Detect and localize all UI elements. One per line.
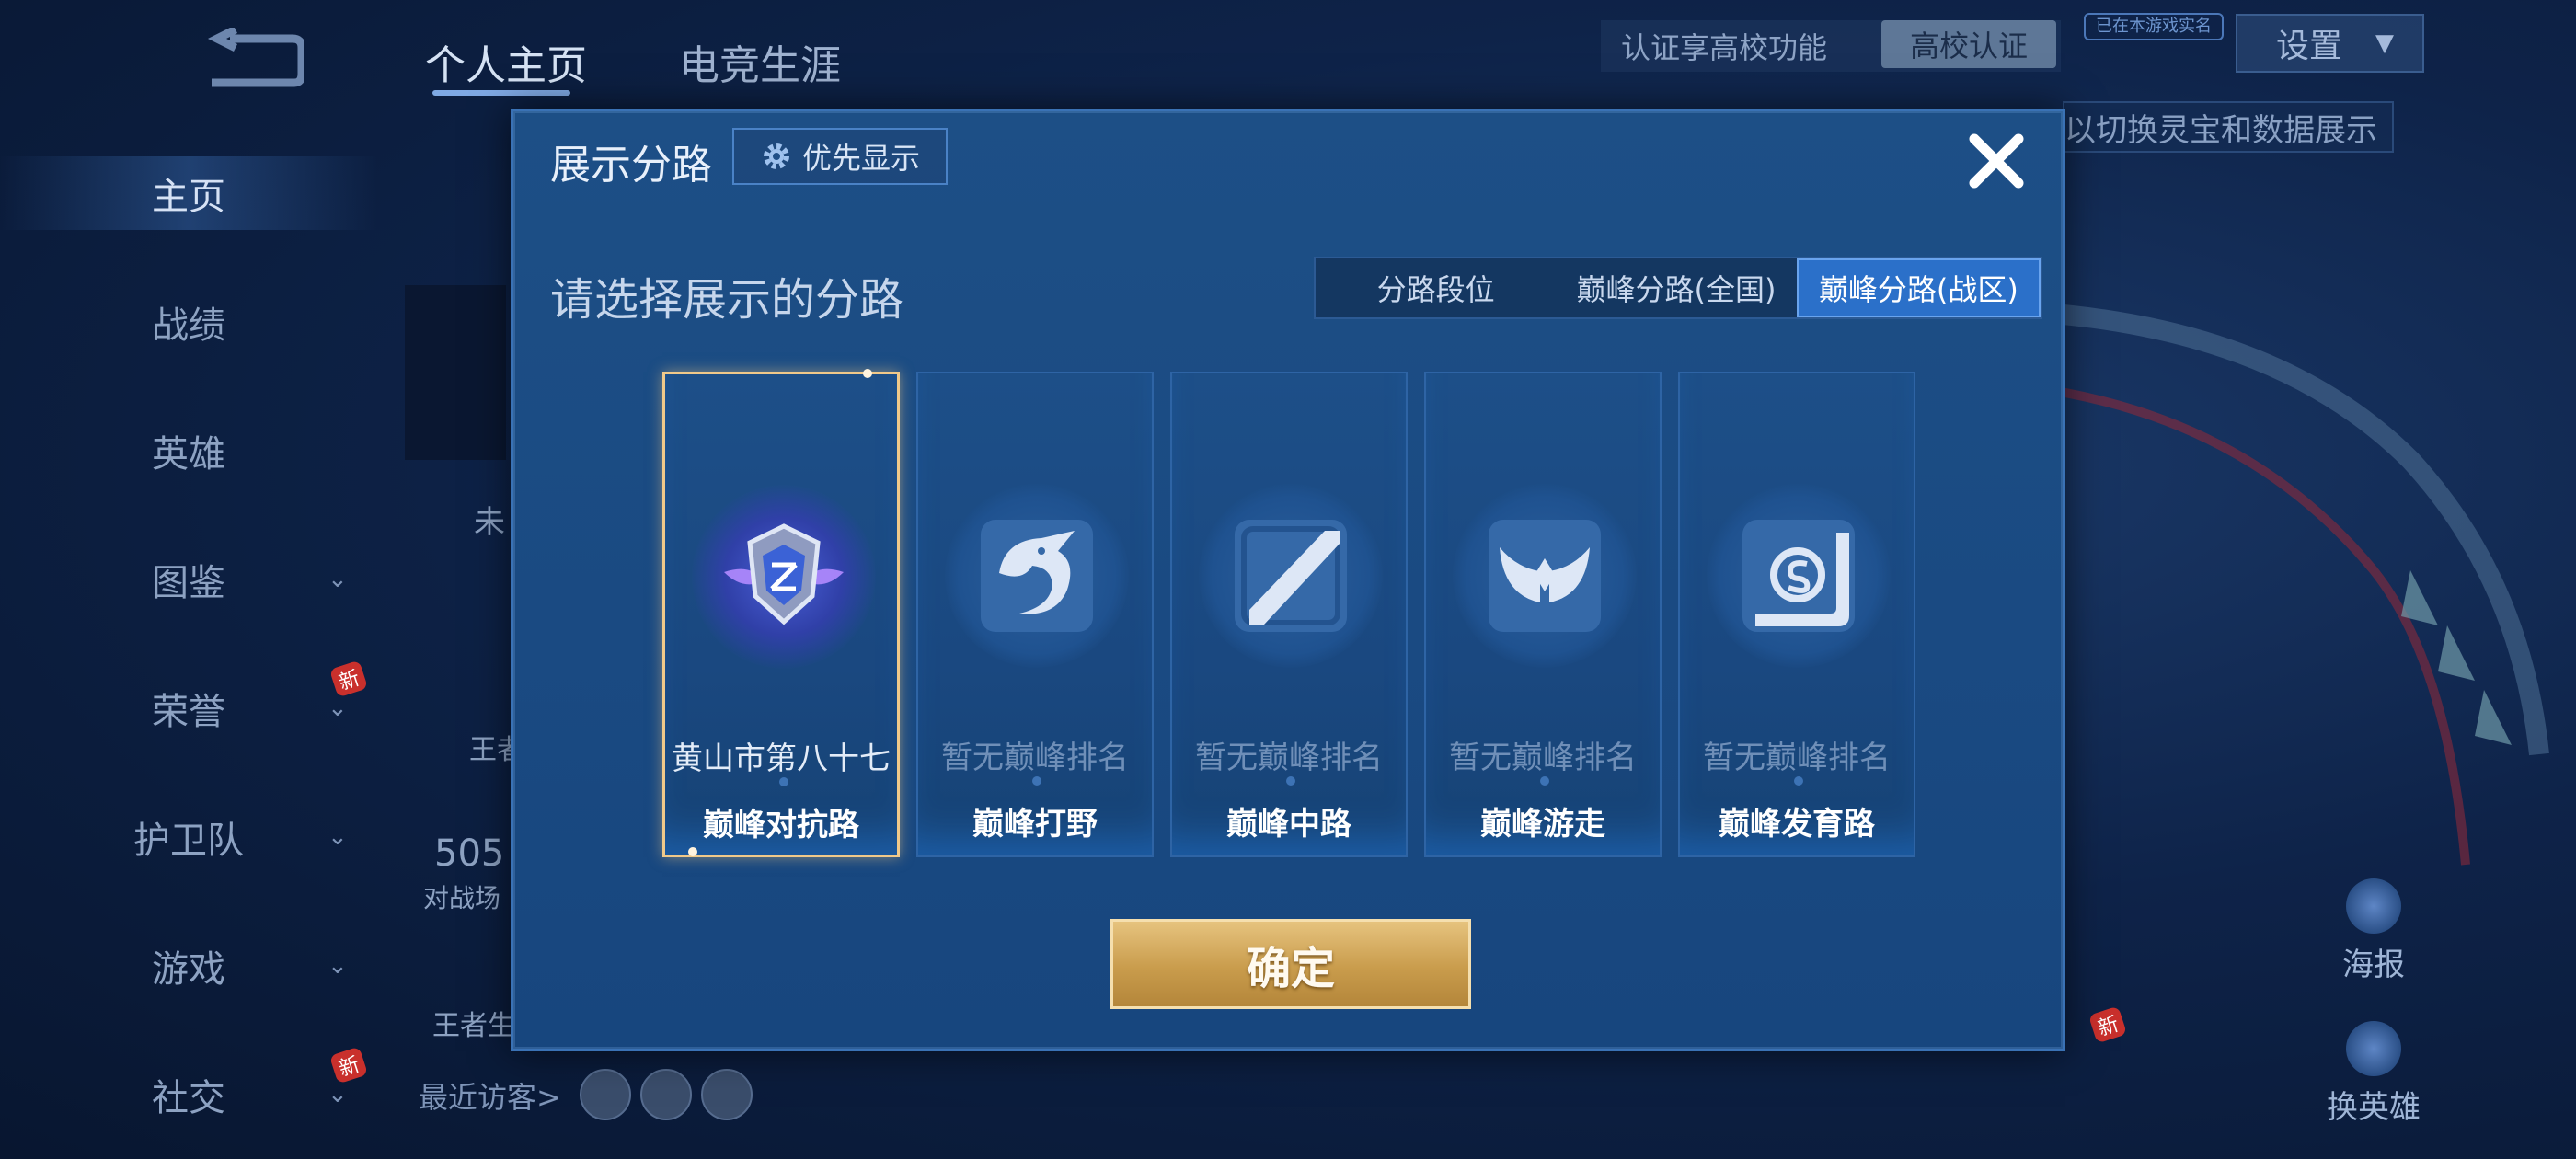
slash-icon <box>1235 520 1347 632</box>
lane-name: 巅峰中路 <box>1226 806 1351 843</box>
lane-filter-tabs: 分路段位 巅峰分路(全国) 巅峰分路(战区) <box>1314 257 2042 319</box>
chevron-down-icon: ▼ <box>2375 29 2395 57</box>
lane-name: 巅峰打野 <box>972 806 1098 843</box>
shield-emblem-icon <box>724 523 844 625</box>
campus-chip[interactable]: 高校认证 <box>1881 20 2056 68</box>
hint-text: 以切换灵宝和数据展示 <box>2064 111 2377 149</box>
poster-icon <box>2346 878 2401 934</box>
cert-text: 认证享高校功能 <box>1621 30 1828 65</box>
lane-cards: 黄山市第八十七 巅峰对抗路 暂无巅峰排名 巅峰打野 暂无巅峰排名 巅峰中路 暂无… <box>662 369 1915 857</box>
background-king-life-text: 王者生 <box>432 1010 515 1042</box>
lane-rank-text: 暂无巅峰排名 <box>941 740 1129 776</box>
lane-rank-text: 暂无巅峰排名 <box>1195 740 1383 776</box>
switch-hero-icon <box>2346 1021 2401 1076</box>
lane-display-dialog: 展示分路 优先显示 请选择展示的分路 分路段位 巅峰分路(全国) 巅峰分路(战区… <box>511 109 2065 1051</box>
corner-dot <box>863 369 872 378</box>
lane-card-bottom[interactable]: 暂无巅峰排名 巅峰发育路 <box>1678 372 1915 857</box>
background-battle-text: 对战场 <box>423 883 501 913</box>
sidebar-item-label: 图鉴 <box>152 562 225 604</box>
settings-button[interactable]: 设置 ▼ <box>2236 14 2424 73</box>
chevron-down-icon: ⌄ <box>328 1081 348 1108</box>
lane-rank-text: 黄山市第八十七 <box>672 740 891 777</box>
avatar[interactable] <box>580 1069 631 1120</box>
divider-dot <box>779 777 788 786</box>
avatar[interactable] <box>640 1069 692 1120</box>
chevron-down-icon: ⌄ <box>328 694 348 722</box>
sidebar-item-guard-team[interactable]: 护卫队 ⌄ <box>0 800 377 874</box>
lane-name: 巅峰对抗路 <box>703 807 859 843</box>
new-badge: 新 <box>328 660 369 698</box>
tab-peak-lane-region[interactable]: 巅峰分路(战区) <box>1796 258 2041 317</box>
lane-emblem <box>692 485 876 669</box>
gear-icon <box>763 143 789 169</box>
lane-rank-text: 暂无巅峰排名 <box>1703 740 1891 776</box>
sidebar-item-label: 英雄 <box>152 433 225 476</box>
lane-name: 巅峰游走 <box>1480 806 1605 843</box>
wings-icon <box>1489 520 1601 632</box>
sidebar-item-label: 护卫队 <box>133 820 244 862</box>
sidebar-item-social[interactable]: 社交 ⌄ 新 <box>0 1046 377 1131</box>
tab-esports-career[interactable]: 电竞生涯 <box>679 32 841 91</box>
avatar[interactable] <box>701 1069 753 1120</box>
chevron-down-icon: ⌄ <box>328 566 348 593</box>
lane-name: 巅峰发育路 <box>1719 806 1875 843</box>
priority-display-button[interactable]: 优先显示 <box>732 128 948 185</box>
back-arrow-icon[interactable] <box>193 28 304 92</box>
chevron-down-icon: ⌄ <box>328 952 348 980</box>
dragon-icon <box>981 520 1093 632</box>
poster-button[interactable]: 海报 <box>2318 878 2429 984</box>
confirm-button[interactable]: 确定 <box>1110 919 1471 1009</box>
hint-bar: 以切换灵宝和数据展示 <box>2063 101 2394 153</box>
sidebar-item-label: 荣誉 <box>152 691 225 733</box>
sidebar-item-label: 社交 <box>152 1077 225 1119</box>
divider-dot <box>1794 776 1803 786</box>
divider-dot <box>1032 776 1041 786</box>
lane-emblem <box>945 484 1129 668</box>
lane-card-mid[interactable]: 暂无巅峰排名 巅峰中路 <box>1170 372 1408 857</box>
sidebar-item-codex[interactable]: 图鉴 ⌄ <box>0 543 377 616</box>
tab-peak-lane-national[interactable]: 巅峰分路(全国) <box>1556 258 1796 317</box>
close-icon <box>1969 133 2024 189</box>
lane-emblem <box>1453 484 1637 668</box>
dragon-artwork <box>2023 303 2549 866</box>
background-not-text: 未 <box>474 504 505 541</box>
sidebar: 主页 战绩 英雄 图鉴 ⌄ 荣誉 ⌄ 新 护卫队 ⌄ 游戏 ⌄ 社交 ⌄ 新 <box>0 147 377 1159</box>
tab-personal-home[interactable]: 个人主页 <box>425 32 587 91</box>
sidebar-item-honor[interactable]: 荣誉 ⌄ 新 <box>0 660 377 745</box>
new-badge: 新 <box>2087 1005 2128 1044</box>
background-count-text: 505 <box>434 832 505 875</box>
divider-dot <box>1286 776 1295 786</box>
sidebar-item-records[interactable]: 战绩 <box>0 285 377 359</box>
sidebar-item-games[interactable]: 游戏 ⌄ <box>0 929 377 1003</box>
recent-visitors-link[interactable]: 最近访客> <box>419 1074 561 1117</box>
corner-dot <box>688 847 697 856</box>
tab-underline <box>432 90 570 96</box>
close-button[interactable] <box>1961 125 2032 197</box>
new-badge: 新 <box>328 1046 369 1084</box>
target-icon <box>1742 520 1855 632</box>
lane-card-top[interactable]: 黄山市第八十七 巅峰对抗路 <box>662 369 900 857</box>
dialog-subtitle: 请选择展示的分路 <box>550 274 904 326</box>
switch-hero-button[interactable]: 换英雄 <box>2318 1021 2429 1127</box>
divider-dot <box>1540 776 1549 786</box>
lane-emblem <box>1707 484 1891 668</box>
lane-card-roam[interactable]: 暂无巅峰排名 巅峰游走 <box>1424 372 1662 857</box>
verified-chip: 已在本游戏实名 <box>2084 13 2224 40</box>
chevron-down-icon: ⌄ <box>328 823 348 851</box>
sidebar-item-label: 游戏 <box>152 948 225 991</box>
dialog-title: 展示分路 <box>550 142 712 189</box>
poster-label: 海报 <box>2342 947 2405 983</box>
background-panel <box>405 285 506 460</box>
switch-hero-label: 换英雄 <box>2327 1089 2421 1126</box>
sidebar-item-label: 战绩 <box>152 304 225 347</box>
priority-label: 优先显示 <box>801 141 920 176</box>
lane-rank-text: 暂无巅峰排名 <box>1449 740 1637 776</box>
sidebar-item-home[interactable]: 主页 <box>0 156 377 230</box>
tab-lane-rank[interactable]: 分路段位 <box>1316 258 1556 317</box>
lane-emblem <box>1199 484 1383 668</box>
sidebar-item-label: 主页 <box>152 176 225 218</box>
sidebar-item-heroes[interactable]: 英雄 <box>0 414 377 488</box>
lane-card-jungle[interactable]: 暂无巅峰排名 巅峰打野 <box>916 372 1154 857</box>
settings-label: 设置 <box>2276 28 2343 65</box>
